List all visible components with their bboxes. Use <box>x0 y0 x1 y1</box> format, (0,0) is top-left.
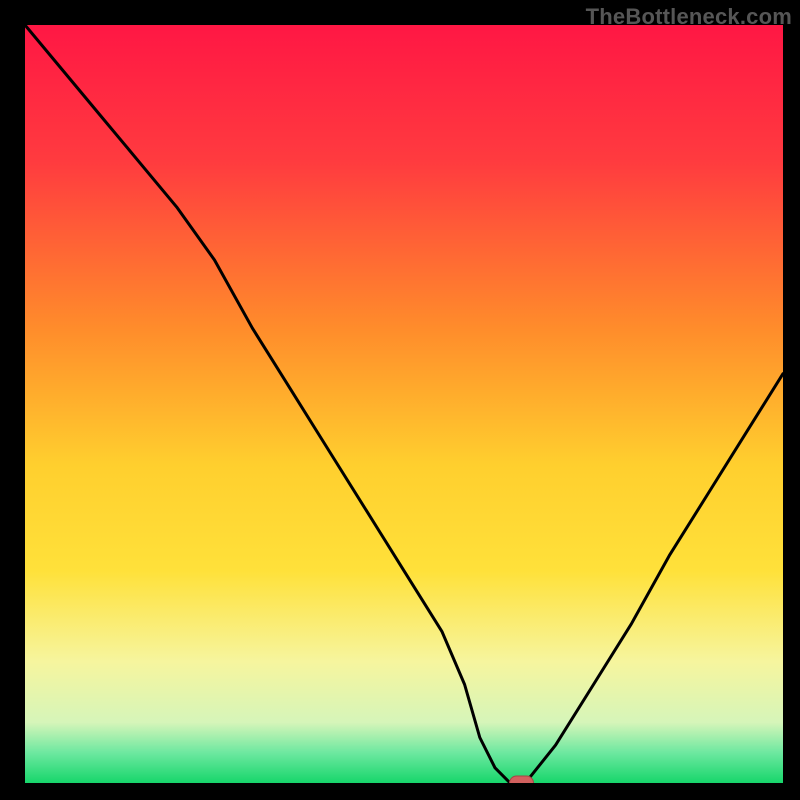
bottleneck-chart <box>25 25 783 783</box>
chart-frame: TheBottleneck.com <box>0 0 800 800</box>
gradient-background <box>25 25 783 783</box>
optimum-marker <box>510 776 534 783</box>
watermark-label: TheBottleneck.com <box>586 4 792 30</box>
